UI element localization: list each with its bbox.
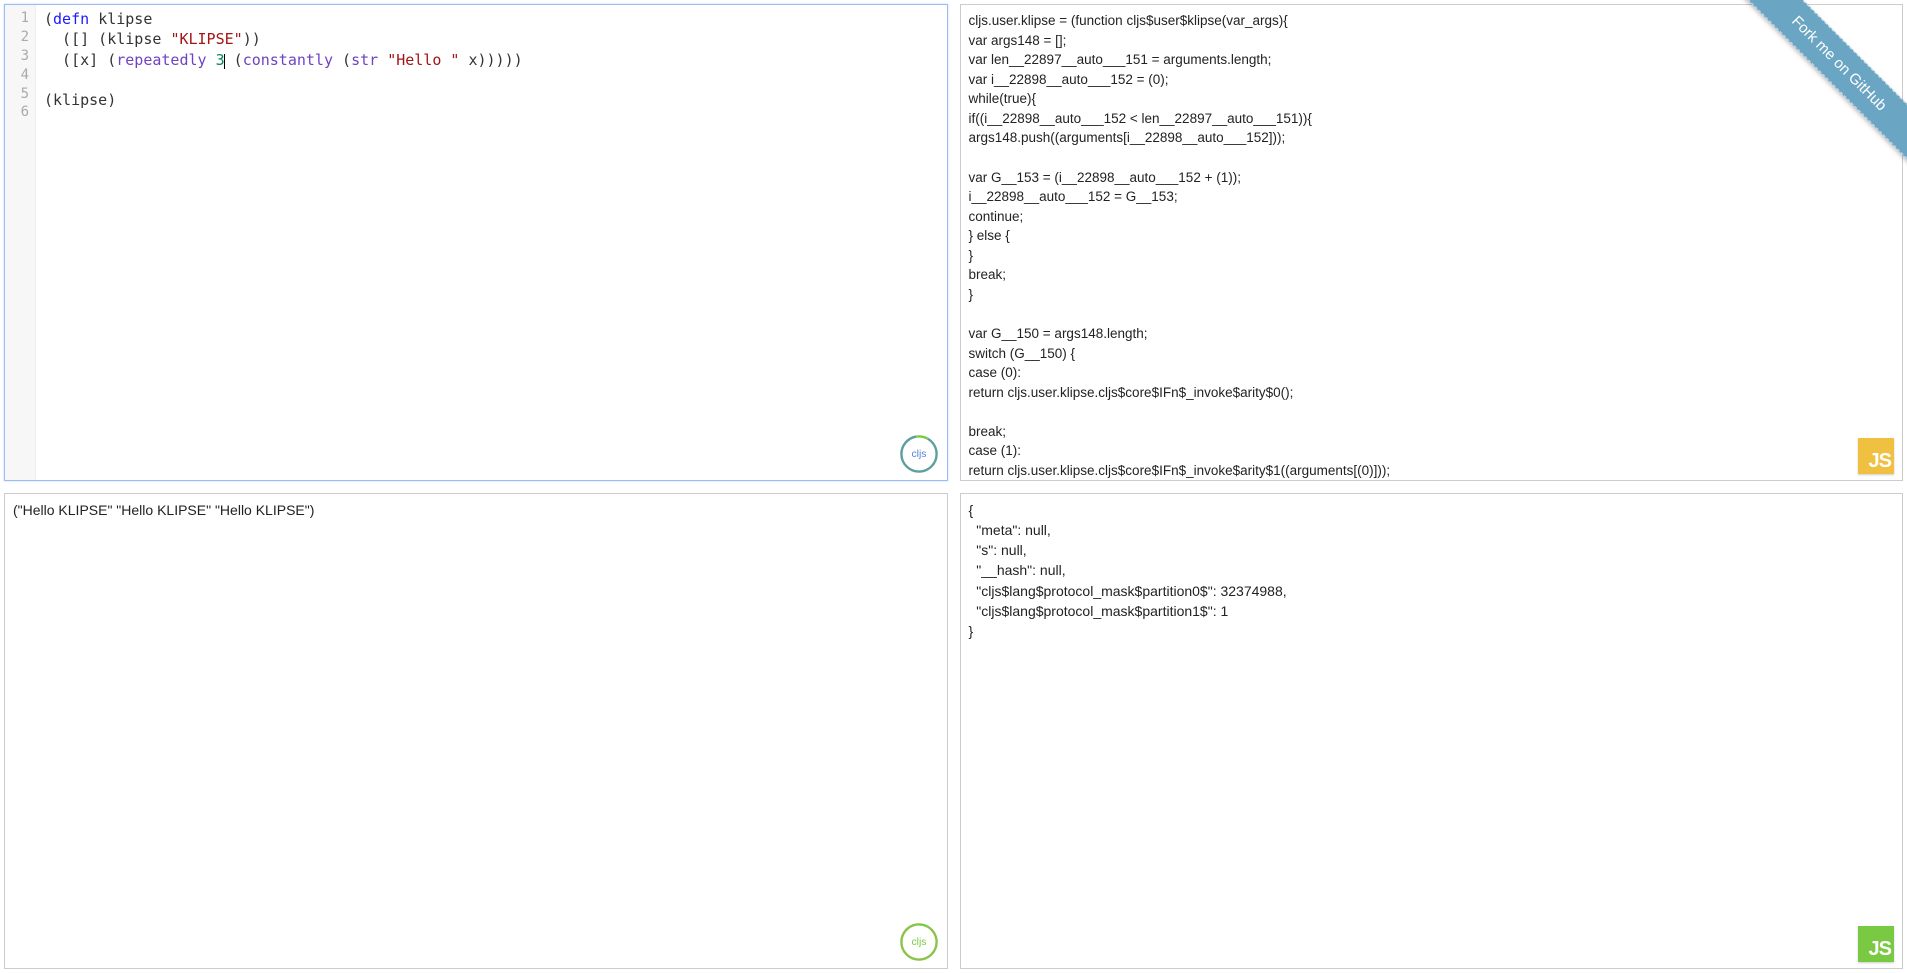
js-eval-output-pane: { "meta": null, "s": null, "__hash": nul… — [960, 493, 1904, 970]
line-number: 4 — [15, 66, 29, 85]
eval-output-pane: ("Hello KLIPSE" "Hello KLIPSE" "Hello KL… — [4, 493, 948, 970]
cljs-logo-icon: cljs — [899, 922, 939, 962]
eval-output-text: ("Hello KLIPSE" "Hello KLIPSE" "Hello KL… — [5, 494, 947, 969]
app-grid: 123456 (defn klipse ([] (klipse "KLIPSE"… — [0, 0, 1907, 973]
svg-text:cljs: cljs — [911, 937, 926, 948]
cljs-input-pane: 123456 (defn klipse ([] (klipse "KLIPSE"… — [4, 4, 948, 481]
svg-text:cljs: cljs — [911, 449, 926, 460]
line-number: 2 — [15, 28, 29, 47]
code-area[interactable]: (defn klipse ([] (klipse "KLIPSE")) ([x]… — [36, 5, 947, 480]
line-number: 3 — [15, 47, 29, 66]
line-number: 6 — [15, 103, 29, 122]
js-output-text: cljs.user.klipse = (function cljs$user$k… — [961, 5, 1903, 480]
js-logo-icon: JS — [1858, 926, 1894, 962]
cljs-logo-icon: cljs — [899, 434, 939, 474]
line-gutter: 123456 — [5, 5, 36, 480]
js-eval-output-text: { "meta": null, "s": null, "__hash": nul… — [961, 494, 1903, 969]
line-number: 5 — [15, 85, 29, 104]
js-logo-icon: JS — [1858, 438, 1894, 474]
line-number: 1 — [15, 9, 29, 28]
js-output-pane: cljs.user.klipse = (function cljs$user$k… — [960, 4, 1904, 481]
code-editor[interactable]: 123456 (defn klipse ([] (klipse "KLIPSE"… — [5, 5, 947, 480]
